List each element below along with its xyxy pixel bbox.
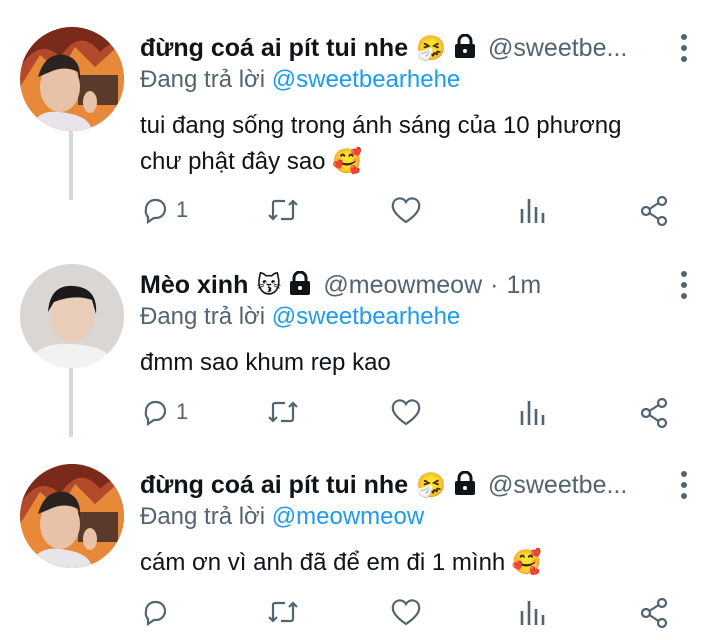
mention-link[interactable]: @sweetbearhehe [272,66,460,93]
mention-link[interactable]: @sweetbearhehe [272,303,460,330]
replying-to-label: Đang trả lời [140,66,266,93]
like-icon [391,599,421,626]
replying-to: Đang trả lời @sweetbearhehe [140,303,460,331]
tweet[interactable]: đừng coá ai pít tui nhe 🤧 @sweetbe... Đa… [0,0,720,227]
sneezing-face-emoji: 🤧 [416,471,446,499]
like-icon [391,197,421,224]
tweet-text: cám ơn vì anh đã để em đi 1 mình 🥰 [140,549,542,576]
share-button[interactable] [638,597,670,629]
views-icon [520,199,545,223]
share-icon [640,195,668,227]
reply-icon [144,600,167,627]
tweet[interactable]: đừng coá ai pít tui nhe 🤧 @sweetbe... Đa… [0,437,720,637]
retweet-button[interactable] [266,195,300,225]
display-name[interactable]: Mèo xinh [140,271,248,300]
like-button[interactable] [390,597,422,627]
views-button[interactable] [518,195,548,225]
tweet-text: đmm sao khum rep kao [140,349,391,376]
lock-icon [289,270,311,300]
user-handle[interactable]: @sweetbe... [488,34,627,63]
retweet-icon [268,601,298,623]
lock-icon [454,470,476,500]
display-name[interactable]: đừng coá ai pít tui nhe [140,34,408,63]
tweet-header: đừng coá ai pít tui nhe 🤧 @sweetbe... [140,30,660,66]
action-bar [140,597,680,637]
avatar[interactable] [20,27,124,131]
views-icon [520,601,545,625]
lock-icon [454,33,476,63]
more-icon[interactable] [680,271,688,303]
reply-icon [144,400,167,427]
display-name[interactable]: đừng coá ai pít tui nhe [140,471,408,500]
avatar[interactable] [20,464,124,568]
reply-button[interactable]: 1 [140,397,188,427]
more-icon[interactable] [680,471,688,503]
tweet-header: đừng coá ai pít tui nhe 🤧 @sweetbe... [140,467,660,503]
action-bar: 1 [140,397,680,437]
reply-icon [144,198,167,225]
tweet-header: Mèo xinh 😽 @meowmeow · 1m [140,267,660,303]
reply-button[interactable] [140,597,176,627]
kissing-cat-emoji: 😽 [256,271,282,299]
action-bar: 1 [140,195,680,235]
share-button[interactable] [638,195,670,227]
thread-line [69,131,73,200]
share-icon [640,397,668,429]
like-icon [391,399,421,426]
reply-count: 1 [176,399,189,424]
avatar[interactable] [20,264,124,368]
retweet-button[interactable] [266,397,300,427]
mention-link[interactable]: @meowmeow [272,503,424,530]
separator-dot: · [490,270,499,299]
share-icon [640,597,668,629]
tweet[interactable]: Mèo xinh 😽 @meowmeow · 1m Đang trả lời @… [0,237,720,437]
timestamp[interactable]: 1m [506,271,541,300]
like-button[interactable] [390,397,422,427]
like-button[interactable] [390,195,422,225]
reply-button[interactable]: 1 [140,195,188,225]
views-icon [520,401,545,425]
user-handle[interactable]: @sweetbe... [488,471,627,500]
retweet-button[interactable] [266,597,300,627]
thread-line [69,368,73,437]
replying-to: Đang trả lời @meowmeow [140,503,424,531]
retweet-icon [268,199,298,221]
replying-to-label: Đang trả lời [140,503,266,530]
share-button[interactable] [638,397,670,429]
sneezing-face-emoji: 🤧 [416,34,446,62]
replying-to-label: Đang trả lời [140,303,266,330]
user-handle[interactable]: @meowmeow [323,271,482,300]
more-icon[interactable] [680,34,688,66]
tweet-text: tui đang sống trong ánh sáng của 10 phươ… [140,112,622,175]
views-button[interactable] [518,597,548,627]
replying-to: Đang trả lời @sweetbearhehe [140,66,460,94]
reply-count: 1 [176,197,189,222]
retweet-icon [268,401,298,423]
views-button[interactable] [518,397,548,427]
